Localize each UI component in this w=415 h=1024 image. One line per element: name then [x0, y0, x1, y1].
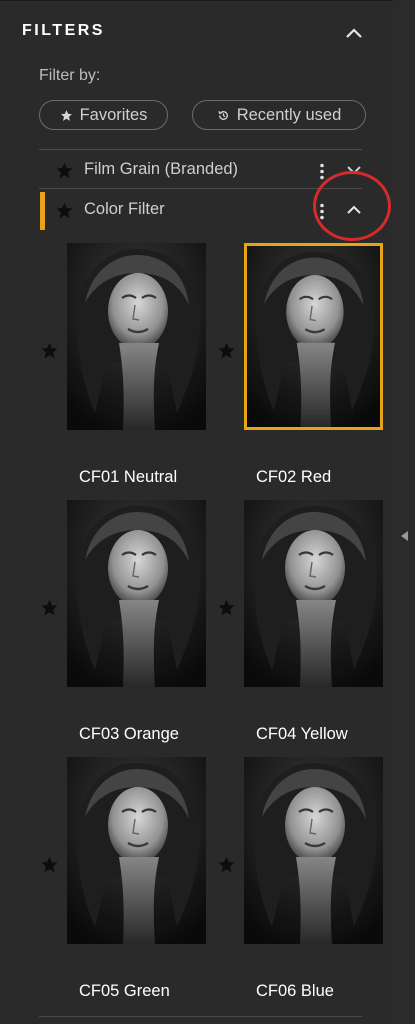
recently-used-label: Recently used: [236, 105, 342, 124]
recently-used-filter-button[interactable]: Recently used: [192, 100, 366, 130]
preset-preview-image: [244, 500, 383, 687]
favorite-star-icon[interactable]: [217, 598, 236, 622]
preset-thumbnail[interactable]: [67, 500, 206, 687]
filters-panel: FILTERS Filter by: Favorites Recently us…: [0, 0, 393, 1024]
group-label: Film Grain (Branded): [84, 160, 239, 178]
preset-preview-image: [67, 500, 206, 687]
preset-thumbnail[interactable]: [67, 243, 206, 430]
preset-thumbnail[interactable]: [244, 757, 383, 944]
history-icon: [217, 109, 230, 122]
favorite-star-icon[interactable]: [40, 341, 59, 365]
highlight-circle: [313, 171, 391, 241]
preset-name: CF02 Red: [256, 468, 332, 486]
preset-thumbnail[interactable]: [67, 757, 206, 944]
favorite-star-icon[interactable]: [40, 855, 59, 879]
group-label: Color Filter: [84, 200, 165, 218]
favorite-star-icon[interactable]: [40, 598, 59, 622]
preset-preview-image: [67, 243, 206, 430]
filter-by-label: Filter by:: [39, 67, 101, 84]
preset-thumbnail[interactable]: [244, 500, 383, 687]
divider: [39, 149, 362, 150]
divider: [39, 1016, 362, 1017]
collapse-panel-arrow-icon[interactable]: [400, 530, 409, 542]
star-icon: [60, 109, 73, 122]
preset-name: CF01 Neutral: [79, 468, 178, 486]
preset-name: CF05 Green: [79, 982, 170, 1000]
preset-name: CF04 Yellow: [256, 725, 348, 743]
panel-title: FILTERS: [22, 22, 105, 39]
preset-thumbnail[interactable]: [244, 243, 383, 430]
favorite-star-icon[interactable]: [55, 201, 74, 220]
favorites-filter-button[interactable]: Favorites: [39, 100, 168, 130]
divider: [39, 188, 362, 189]
preset-name: CF06 Blue: [256, 982, 334, 1000]
chevron-up-icon[interactable]: [344, 26, 364, 40]
favorite-star-icon[interactable]: [217, 341, 236, 365]
divider: [0, 0, 393, 1]
favorites-label: Favorites: [79, 105, 148, 124]
preset-preview-image: [247, 246, 380, 427]
favorite-star-icon[interactable]: [55, 161, 74, 180]
preset-preview-image: [244, 757, 383, 944]
preset-preview-image: [67, 757, 206, 944]
favorite-star-icon[interactable]: [217, 855, 236, 879]
preset-name: CF03 Orange: [79, 725, 179, 743]
more-options-icon[interactable]: [319, 163, 325, 180]
